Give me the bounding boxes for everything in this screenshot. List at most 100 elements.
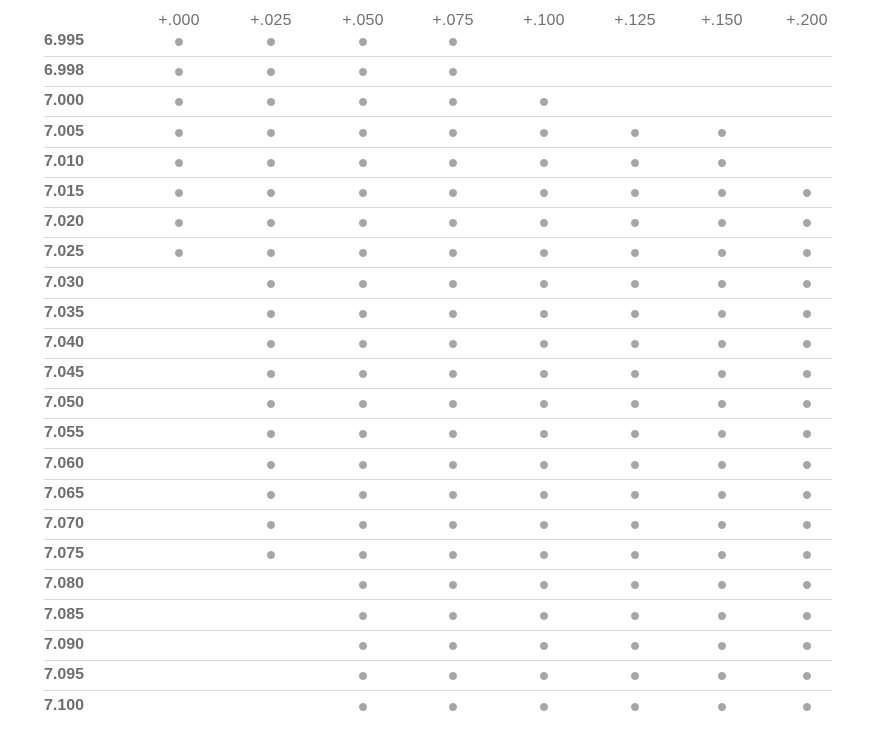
- availability-dot: [803, 339, 811, 348]
- row-label: 7.055: [44, 424, 85, 442]
- availability-dot: [540, 158, 548, 167]
- availability-dot: [359, 188, 367, 197]
- availability-dot: [718, 339, 726, 348]
- availability-dot: [267, 339, 275, 348]
- availability-dot: [718, 370, 726, 379]
- availability-dot: [449, 611, 457, 620]
- table-row: 7.065: [44, 480, 832, 510]
- row-label: 7.040: [44, 333, 85, 351]
- row-label: 7.010: [44, 152, 85, 170]
- table-row: 6.995: [44, 32, 832, 57]
- availability-dot: [267, 309, 275, 318]
- availability-dot: [359, 339, 367, 348]
- table-row: 7.080: [44, 570, 832, 601]
- availability-dot: [718, 641, 726, 650]
- availability-dot: [803, 641, 811, 650]
- column-header-row: +.000 +.025 +.050 +.075 +.100 +.125 +.150 +.200: [44, 10, 832, 32]
- availability-dot: [718, 490, 726, 499]
- row-label: 7.095: [44, 665, 85, 683]
- table-row: 7.030: [44, 268, 832, 299]
- availability-dot: [175, 98, 183, 107]
- availability-dot: [631, 581, 639, 590]
- availability-dot: [718, 521, 726, 529]
- availability-dot: [540, 581, 548, 590]
- table-row: 7.035: [44, 299, 832, 329]
- availability-dot: [449, 581, 457, 590]
- availability-dot: [803, 551, 811, 560]
- table-row: 7.010: [44, 148, 832, 178]
- availability-dot: [449, 671, 457, 680]
- row-label: 7.025: [44, 243, 85, 261]
- availability-dot: [718, 128, 726, 137]
- availability-dot: [449, 370, 457, 379]
- availability-dot: [540, 551, 548, 560]
- table-row: 6.998: [44, 57, 832, 88]
- availability-dot: [540, 279, 548, 288]
- availability-dot: [631, 188, 639, 197]
- availability-dot: [267, 460, 275, 469]
- availability-dot: [359, 68, 367, 77]
- availability-dot: [359, 158, 367, 167]
- row-label: 6.995: [44, 32, 85, 49]
- availability-dot: [267, 430, 275, 439]
- availability-dot: [540, 219, 548, 228]
- availability-dot: [449, 38, 457, 46]
- availability-dot: [718, 671, 726, 680]
- availability-dot: [359, 490, 367, 499]
- table-row: 7.060: [44, 449, 832, 480]
- availability-dot: [718, 551, 726, 560]
- availability-dot: [267, 551, 275, 560]
- availability-dot: [175, 68, 183, 77]
- availability-dot: [449, 490, 457, 499]
- availability-dot: [449, 339, 457, 348]
- availability-dot: [359, 400, 367, 409]
- availability-dot: [449, 68, 457, 77]
- row-label: 7.020: [44, 213, 85, 231]
- availability-dot: [267, 158, 275, 167]
- column-header: +.000: [158, 12, 200, 29]
- row-label: 7.075: [44, 545, 85, 563]
- availability-dot: [449, 551, 457, 560]
- availability-dot: [359, 641, 367, 650]
- table-row: 7.090: [44, 631, 832, 661]
- availability-dot: [449, 400, 457, 409]
- availability-dot: [175, 38, 183, 46]
- table-row: 7.000: [44, 87, 832, 118]
- availability-dot: [540, 128, 548, 137]
- row-label: 7.015: [44, 182, 85, 200]
- availability-dot: [540, 339, 548, 348]
- availability-dot: [631, 128, 639, 137]
- availability-dot: [718, 400, 726, 409]
- row-label: 7.000: [44, 92, 85, 110]
- table-row: 7.005: [44, 117, 832, 148]
- availability-dot: [449, 188, 457, 197]
- availability-dot: [267, 249, 275, 258]
- column-header: +.125: [614, 12, 656, 29]
- availability-dot: [540, 521, 548, 529]
- availability-dot: [175, 188, 183, 197]
- column-header: +.025: [250, 12, 292, 29]
- availability-dot: [540, 703, 548, 712]
- availability-dot: [359, 581, 367, 590]
- availability-dot: [175, 128, 183, 137]
- row-label: 7.005: [44, 122, 85, 140]
- availability-dot: [718, 188, 726, 197]
- row-label: 7.030: [44, 273, 85, 291]
- availability-dot: [631, 703, 639, 712]
- availability-dot: [803, 581, 811, 590]
- availability-dot: [359, 460, 367, 469]
- row-label: 7.050: [44, 394, 85, 412]
- availability-dot: [631, 611, 639, 620]
- availability-dot: [359, 671, 367, 680]
- availability-dot: [540, 611, 548, 620]
- table-row: 7.025: [44, 238, 832, 269]
- availability-dot: [803, 249, 811, 258]
- availability-dot: [631, 430, 639, 439]
- availability-dot: [631, 158, 639, 167]
- availability-dot: [267, 521, 275, 529]
- availability-dot: [631, 521, 639, 529]
- availability-dot: [540, 188, 548, 197]
- table-row: 7.095: [44, 661, 832, 691]
- availability-dot: [803, 703, 811, 712]
- availability-dot: [359, 521, 367, 529]
